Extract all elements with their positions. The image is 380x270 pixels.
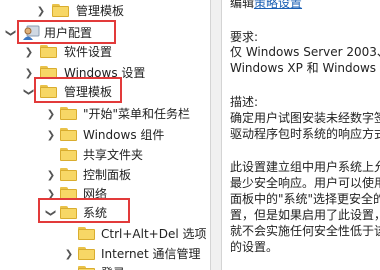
description-pane: 编辑策略设置 要求: 仅 Windows Server 2003、 Window… bbox=[222, 0, 380, 270]
folder-icon bbox=[60, 168, 77, 181]
tree-item-label: 登录 bbox=[101, 266, 125, 270]
folder-icon bbox=[40, 45, 57, 58]
highlight-box-system bbox=[38, 198, 130, 223]
chevron-right-icon[interactable]: ❯ bbox=[44, 128, 58, 142]
highlight-box-admin-templates bbox=[34, 77, 122, 103]
edit-policy-line: 编辑策略设置 bbox=[230, 0, 302, 12]
chevron-right-icon[interactable]: ❯ bbox=[34, 4, 48, 18]
tree-item-label: Internet 通信管理 bbox=[101, 247, 201, 261]
folder-icon bbox=[78, 247, 95, 260]
folder-icon bbox=[78, 227, 95, 240]
tree-item-label: Ctrl+Alt+Del 选项 bbox=[101, 227, 207, 241]
chevron-right-icon[interactable]: ❯ bbox=[44, 168, 58, 182]
tree-item-label: 软件设置 bbox=[64, 45, 113, 59]
chevron-right-icon[interactable]: ❯ bbox=[22, 45, 36, 59]
folder-icon bbox=[52, 4, 69, 17]
folder-icon bbox=[78, 266, 95, 270]
edit-policy-link[interactable]: 策略设置 bbox=[254, 0, 302, 10]
description-line-2: 驱动程序包时系统的响应方式 bbox=[230, 127, 380, 141]
tree-item-label: "开始"菜单和任务栏 bbox=[83, 107, 191, 121]
chevron-down-icon[interactable]: ❯ bbox=[4, 26, 18, 40]
pane-splitter[interactable] bbox=[210, 0, 222, 270]
chevron-right-icon[interactable]: ❯ bbox=[44, 107, 58, 121]
tree-item-label: 控制面板 bbox=[83, 168, 132, 182]
edit-prefix: 编辑 bbox=[230, 0, 255, 10]
body-line-6: 的设置。 bbox=[230, 240, 279, 254]
tree-item-label: Windows 组件 bbox=[83, 128, 165, 142]
highlight-box-user-config bbox=[17, 20, 116, 44]
tree-item-label: 管理模板 bbox=[76, 4, 125, 18]
folder-icon bbox=[60, 148, 77, 161]
chevron-right-icon[interactable]: ❯ bbox=[62, 247, 76, 261]
tree-item-label: 共享文件夹 bbox=[83, 148, 144, 162]
requirements-line-2: Windows XP 和 Windows bbox=[230, 61, 377, 75]
policy-tree-pane: ❯ 管理模板 ❯ 用户配置 ❯ 软件设置 ❯ Windows 设置 ❯ 管理模板… bbox=[0, 0, 210, 270]
folder-icon bbox=[60, 128, 77, 141]
folder-icon bbox=[60, 107, 77, 120]
